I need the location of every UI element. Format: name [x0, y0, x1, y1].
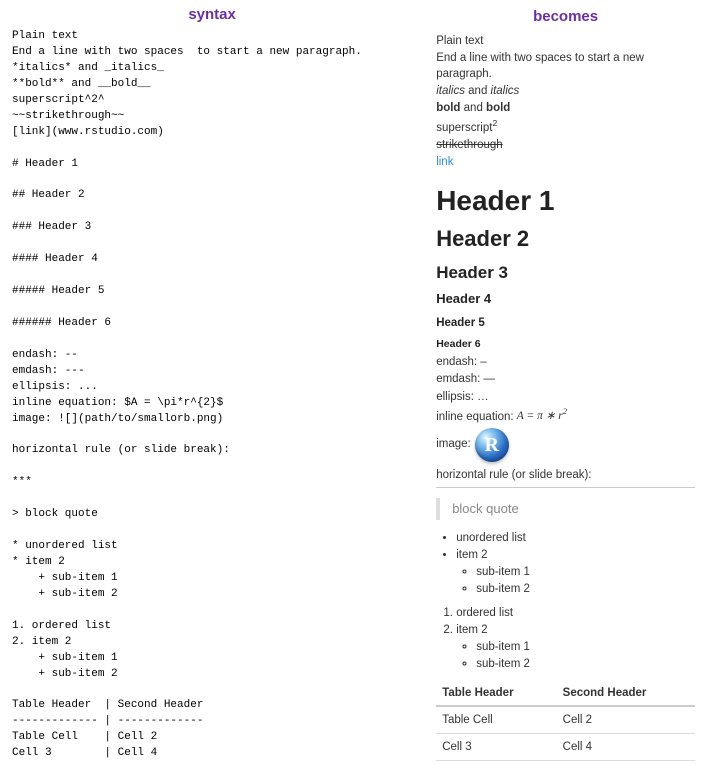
header-1: Header 1 [436, 181, 695, 220]
block-quote: block quote [436, 498, 695, 520]
image-label: image: [436, 436, 471, 452]
list-item: item 2 sub-item 1 sub-item 2 [456, 547, 695, 597]
endash-line: endash: – [436, 354, 695, 370]
italic-text-2: italics [491, 85, 520, 97]
link-line: link [436, 154, 695, 170]
table-cell: Table Cell [436, 706, 556, 734]
table-cell: Cell 3 [436, 733, 556, 760]
emdash-line: emdash: — [436, 371, 695, 387]
sub-list: sub-item 1 sub-item 2 [456, 564, 695, 597]
horizontal-rule [436, 487, 695, 488]
bold-text-2: bold [486, 102, 510, 114]
ellipsis-line: ellipsis: … [436, 389, 695, 405]
header-4: Header 4 [436, 290, 695, 308]
page-root: syntax Plain text End a line with two sp… [0, 0, 707, 765]
syntax-code-block: Plain text End a line with two spaces to… [12, 29, 412, 762]
header-3: Header 3 [436, 261, 695, 285]
image-line: image: R [436, 428, 695, 462]
plain-text: Plain text [436, 33, 695, 49]
table-header-cell: Second Header [557, 681, 695, 706]
list-item: sub-item 1 [476, 564, 695, 580]
table-row: Cell 3 Cell 4 [436, 733, 695, 760]
equation: A = π ∗ r2 [517, 410, 567, 422]
unordered-list: unordered list item 2 sub-item 1 sub-ite… [436, 530, 695, 597]
new-paragraph-text: End a line with two spaces to start a ne… [436, 50, 695, 82]
list-item: sub-item 2 [476, 581, 695, 597]
header-5: Header 5 [436, 315, 695, 331]
list-item: unordered list [456, 530, 695, 546]
italics-line: italics and italics [436, 83, 695, 99]
header-6: Header 6 [436, 337, 695, 352]
hr-label: horizontal rule (or slide break): [436, 467, 695, 483]
italic-text-1: italics [436, 85, 465, 97]
table-header-row: Table Header Second Header [436, 681, 695, 706]
ordered-list: ordered list item 2 sub-item 1 sub-item … [436, 605, 695, 672]
list-item: sub-item 2 [476, 656, 695, 672]
sub-list: sub-item 1 sub-item 2 [456, 639, 695, 672]
table-header-cell: Table Header [436, 681, 556, 706]
table-cell: Cell 2 [557, 706, 695, 734]
syntax-title: syntax [12, 6, 412, 23]
syntax-column: syntax Plain text End a line with two sp… [0, 0, 424, 765]
r-orb-icon: R [475, 428, 509, 462]
bold-text-1: bold [436, 102, 460, 114]
superscript-line: superscript2 [436, 117, 695, 136]
bold-line: bold and bold [436, 100, 695, 116]
superscript-value: 2 [492, 118, 497, 128]
rendered-title: becomes [436, 6, 695, 27]
rendered-link[interactable]: link [436, 156, 453, 168]
strikethrough-line: strikethrough [436, 137, 695, 153]
table-cell: Cell 4 [557, 733, 695, 760]
list-item: sub-item 1 [476, 639, 695, 655]
rendered-table: Table Header Second Header Table Cell Ce… [436, 681, 695, 761]
inline-equation-line: inline equation: A = π ∗ r2 [436, 406, 695, 425]
list-item: ordered list [456, 605, 695, 621]
table-row: Table Cell Cell 2 [436, 706, 695, 734]
header-2: Header 2 [436, 224, 695, 255]
rendered-column: becomes Plain text End a line with two s… [424, 0, 707, 765]
list-item: item 2 sub-item 1 sub-item 2 [456, 622, 695, 672]
